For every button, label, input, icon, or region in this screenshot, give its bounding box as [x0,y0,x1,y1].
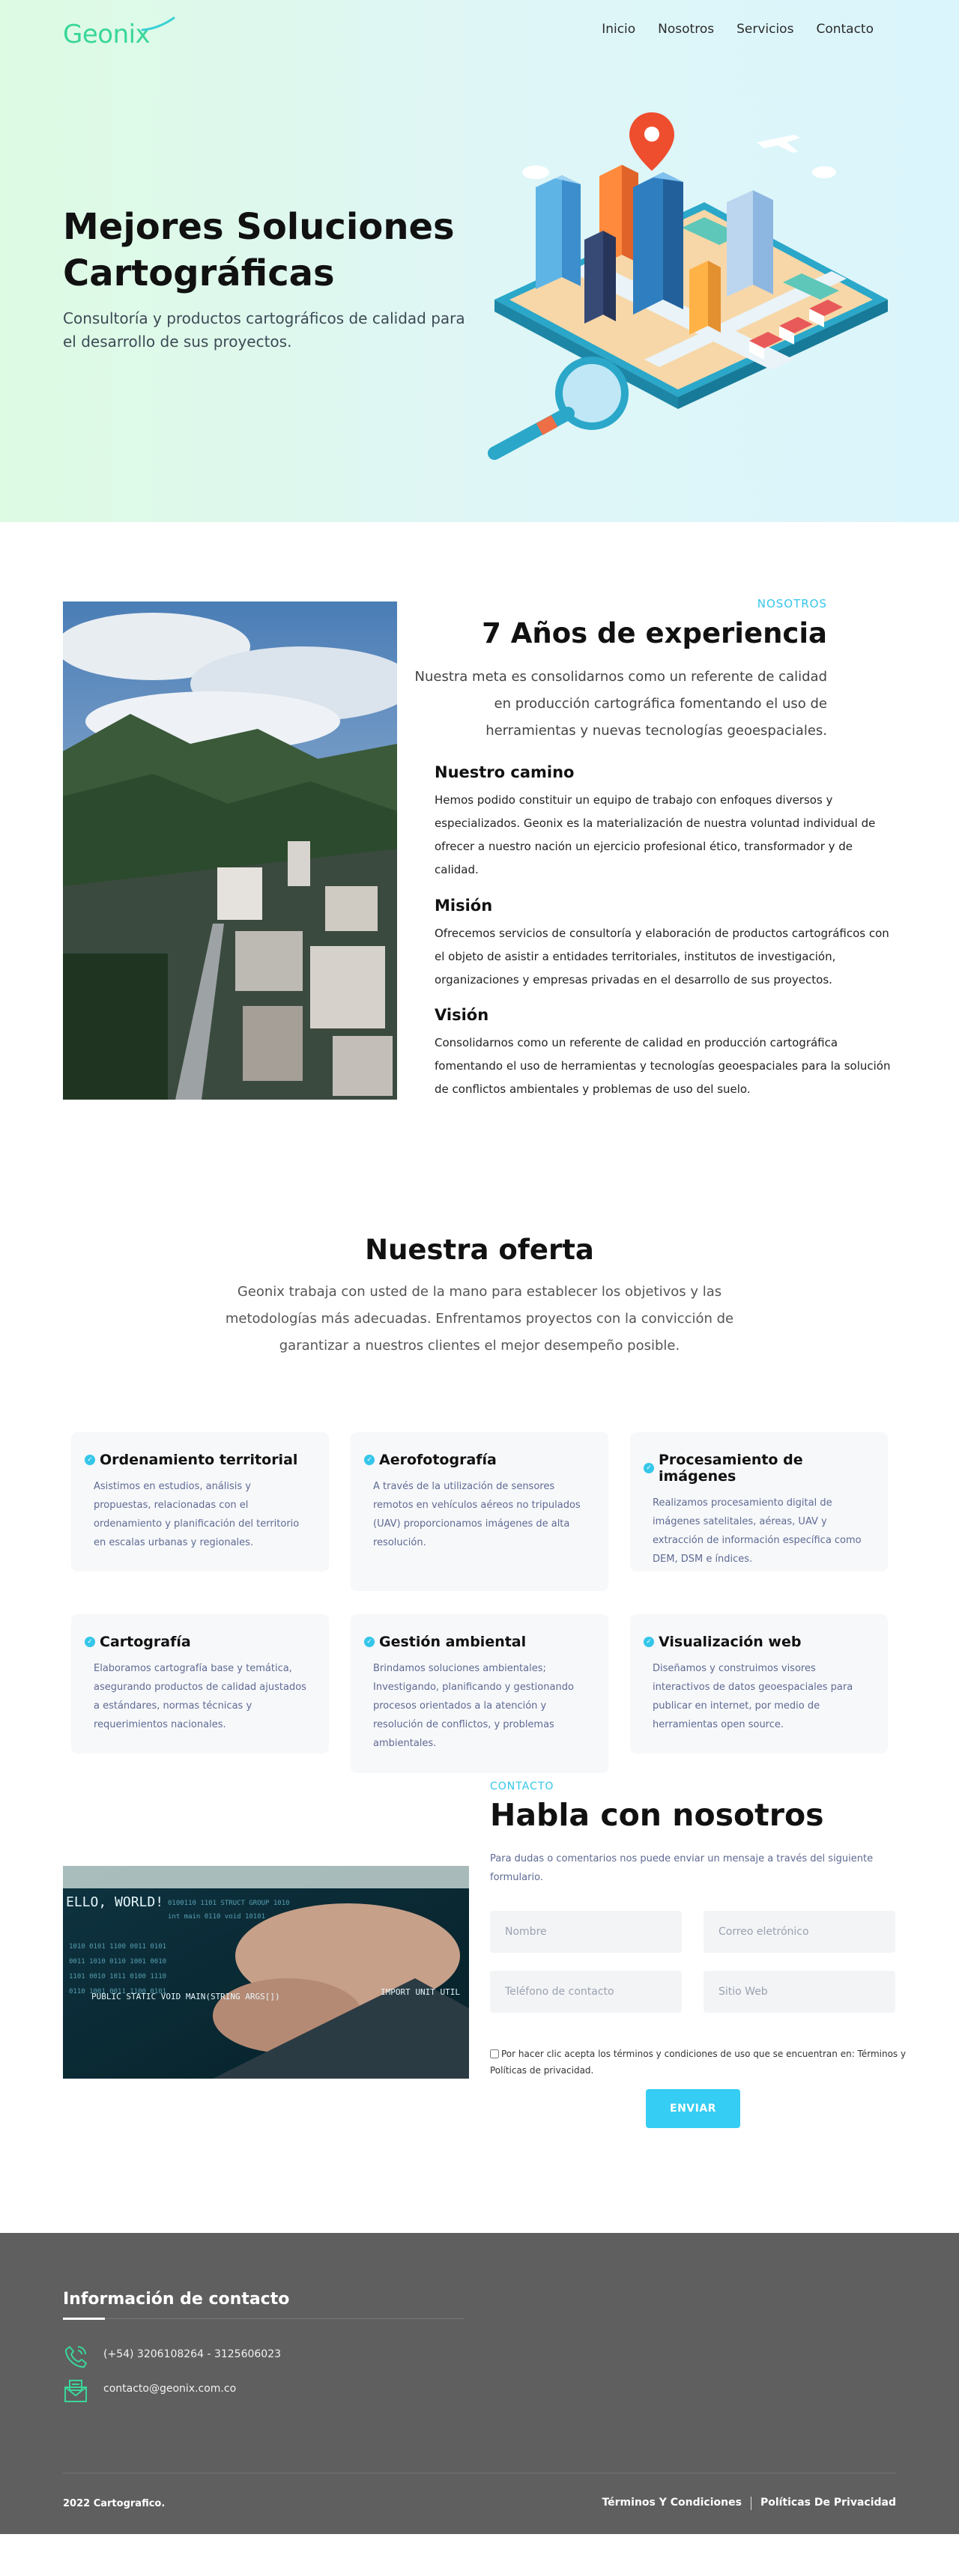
svg-text:0100110 1101 STRUCT GROUP 1010: 0100110 1101 STRUCT GROUP 1010 [168,1900,290,1907]
footer-email-row: contacto@geonix.com.co [63,2378,236,2404]
card-text: Realizamos procesamiento digital de imág… [653,1497,862,1565]
coding-laptop-photo: 0100110 1101 STRUCT GROUP 1010 int main … [63,1866,469,2079]
photo-text-main: PUBLIC STATIC VOID MAIN(STRING ARGS[]) [91,1992,280,2001]
card-text: Asistimos en estudios, análisis y propue… [94,1481,300,1548]
nav-link-inicio[interactable]: Inicio [602,22,635,37]
terms-checkbox[interactable] [490,2049,499,2058]
check-icon: ✓ [85,1455,95,1465]
footer-email[interactable]: contacto@geonix.com.co [103,2378,236,2395]
card-title: Cartografía [100,1634,191,1650]
card-title: Aerofotografía [379,1452,497,1468]
footer-phone[interactable]: (+54) 3206108264 - 3125606023 [103,2344,281,2360]
service-card-gestion-ambiental[interactable]: ✓ Gestión ambiental Brindamos soluciones… [351,1614,608,1773]
service-card-visualizacion-web[interactable]: ✓ Visualización web Diseñamos y construi… [630,1614,888,1754]
logo-swoosh-icon [141,16,175,31]
nav-link-servicios[interactable]: Servicios [736,22,793,37]
phone-field[interactable] [490,1971,682,2013]
card-text: Diseñamos y construimos visores interact… [653,1663,853,1730]
block-text: Ofrecemos servicios de consultoría y ela… [435,927,889,987]
svg-text:int main 0110 void 10101: int main 0110 void 10101 [168,1913,265,1921]
divider [63,2318,465,2319]
card-title: Visualización web [659,1634,802,1650]
about-section: NOSOTROS 7 Años de experiencia Nuestra m… [0,522,959,1234]
about-lead: Nuestra meta es consolidarnos como un re… [414,669,827,739]
block-text: Hemos podido constituir un equipo de tra… [435,793,876,876]
divider-accent [63,2318,105,2320]
service-card-procesamiento[interactable]: ✓ Procesamiento de imágenes Realizamos p… [630,1432,888,1572]
privacy-link[interactable]: Políticas De Privacidad [760,2497,896,2510]
nav-link-nosotros[interactable]: Nosotros [658,22,714,37]
top-nav: Geonix Inicio Nosotros Servicios Contact… [0,0,959,61]
terms-consent: Por hacer clic acepta los términos y con… [490,2046,910,2079]
check-icon: ✓ [85,1637,95,1647]
block-title: Visión [435,1006,489,1024]
service-card-aerofotografia[interactable]: ✓ Aerofotografía A través de la utilizac… [351,1432,608,1591]
terms-link[interactable]: Términos Y Condiciones [602,2497,741,2510]
card-title: Ordenamiento territorial [100,1452,298,1468]
hero-subtitle: Consultoría y productos cartográficos de… [63,309,465,351]
about-block-mision: Misión Ofrecemos servicios de consultorí… [435,897,899,992]
isometric-city-illustration [488,112,888,460]
about-block-camino: Nuestro camino Hemos podido constituir u… [435,763,899,882]
block-title: Misión [435,897,493,915]
card-title: Gestión ambiental [379,1634,527,1650]
block-text: Consolidarnos como un referente de calid… [435,1036,891,1096]
nav-link-contacto[interactable]: Contacto [816,22,874,37]
contact-title: Habla con nosotros [490,1797,824,1833]
card-text: A través de la utilización de sensores r… [373,1481,581,1548]
nav-links: Inicio Nosotros Servicios Contacto [602,22,874,37]
service-card-ordenamiento[interactable]: ✓ Ordenamiento territorial Asistimos en … [71,1432,329,1572]
terms-text: Por hacer clic acepta los términos y con… [490,2049,907,2076]
block-title: Nuestro camino [435,763,575,781]
check-icon: ✓ [644,1463,654,1473]
copyright: 2022 Cartografico. [63,2498,166,2509]
svg-text:1010 0101 1100 0011 0101: 1010 0101 1100 0011 0101 [69,1943,166,1951]
service-card-cartografia[interactable]: ✓ Cartografía Elaboramos cartografía bas… [71,1614,329,1754]
logo-text: Geonix [63,19,151,49]
hero-title: Mejores Soluciones Cartográficas [63,206,455,294]
logo[interactable]: Geonix [63,16,175,49]
footer-title: Información de contacto [63,2290,290,2309]
photo-text-import: IMPORT UNIT UTIL [381,1987,460,1997]
check-icon: ✓ [644,1637,654,1647]
legal-links: Términos Y Condiciones Políticas De Priv… [602,2497,896,2510]
photo-text-hello: ELLO, WORLD! [66,1894,163,1910]
send-button[interactable]: ENVIAR [646,2089,740,2128]
offer-lead: Geonix trabaja con usted de la mano para… [225,1284,734,1354]
footer: Información de contacto (+54) 3206108264… [0,2233,959,2534]
card-title: Procesamiento de imágenes [659,1452,803,1485]
contact-lead: Para dudas o comentarios nos puede envia… [490,1853,874,1883]
card-text: Brindamos soluciones ambientales; Invest… [373,1663,574,1749]
phone-icon [65,2346,87,2368]
email-field[interactable] [704,1911,895,1953]
about-block-vision: Visión Consolidarnos como un referente d… [435,1006,899,1101]
hero-section: Geonix Inicio Nosotros Servicios Contact… [0,0,959,522]
check-icon: ✓ [364,1637,375,1647]
about-title: 7 Años de experiencia [482,617,827,649]
footer-phone-row: (+54) 3206108264 - 3125606023 [63,2344,281,2369]
section-tag: NOSOTROS [757,597,827,610]
svg-text:1101 0010 1011 0100 1110: 1101 0010 1011 0100 1110 [69,1973,166,1981]
check-icon: ✓ [364,1455,375,1465]
mail-icon [64,2380,87,2402]
svg-text:0011 1010 0110 1001 0010: 0011 1010 0110 1001 0010 [69,1958,166,1966]
website-field[interactable] [704,1971,895,2013]
section-tag: CONTACTO [490,1781,554,1792]
card-text: Elaboramos cartografía base y temática, … [94,1663,306,1730]
offer-title: Nuestra oferta [365,1234,594,1266]
name-field[interactable] [490,1911,682,1953]
contact-section: 0100110 1101 STRUCT GROUP 1010 int main … [0,1781,959,2233]
offer-section: Nuestra oferta Geonix trabaja con usted … [0,1234,959,1781]
city-aerial-photo [63,601,397,1100]
